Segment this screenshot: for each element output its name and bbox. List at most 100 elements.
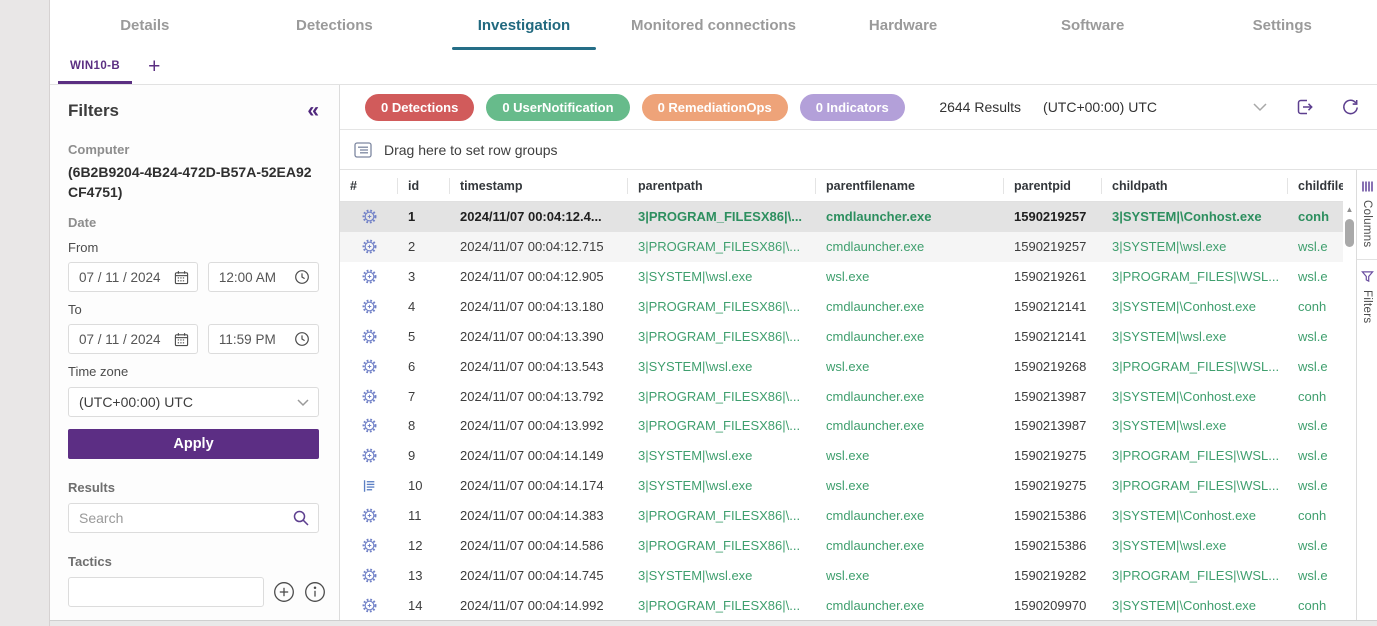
table-row[interactable]: 12024/11/07 00:04:12.4...3|PROGRAM_FILES… xyxy=(340,202,1343,232)
clock-icon[interactable] xyxy=(294,331,310,347)
chevron-down-icon[interactable] xyxy=(1252,102,1268,112)
process-event-icon xyxy=(340,298,398,315)
row-groups-icon xyxy=(354,142,372,158)
column-header-num[interactable]: # xyxy=(340,178,398,194)
vertical-scrollbar[interactable]: ▲ xyxy=(1343,170,1356,620)
process-event-icon xyxy=(340,567,398,584)
row-id: 13 xyxy=(398,568,450,583)
search-icon[interactable] xyxy=(292,509,310,527)
calendar-icon[interactable] xyxy=(174,332,189,347)
content: Filters « Computer (6B2B9204-4B24-472D-B… xyxy=(50,85,1377,620)
table-row[interactable]: 102024/11/07 00:04:14.1743|SYSTEM|\wsl.e… xyxy=(340,471,1343,501)
tab-monitored-connections[interactable]: Monitored connections xyxy=(619,0,809,50)
table-row[interactable]: 92024/11/07 00:04:14.1493|SYSTEM|\wsl.ex… xyxy=(340,441,1343,471)
grid-rows: 12024/11/07 00:04:12.4...3|PROGRAM_FILES… xyxy=(340,202,1343,620)
column-header-childfilename[interactable]: childfilename xyxy=(1288,178,1343,194)
row-parentpid: 1590219257 xyxy=(1004,239,1102,254)
table-row[interactable]: 132024/11/07 00:04:14.7453|SYSTEM|\wsl.e… xyxy=(340,560,1343,590)
row-childpath: 3|PROGRAM_FILES|\WSL... xyxy=(1102,478,1288,493)
plus-circle-icon xyxy=(273,581,295,603)
badge-0-detections[interactable]: 0 Detections xyxy=(365,94,474,121)
badge-0-remediationops[interactable]: 0 RemediationOps xyxy=(642,94,788,121)
timezone-select[interactable]: (UTC+00:00) UTC xyxy=(68,387,319,417)
to-time-field[interactable]: 11:59 PM xyxy=(208,324,319,354)
process-event-icon xyxy=(340,208,398,225)
table-row[interactable]: 112024/11/07 00:04:14.3833|PROGRAM_FILES… xyxy=(340,501,1343,531)
calendar-icon[interactable] xyxy=(174,270,189,285)
row-childfilename: wsl.e xyxy=(1288,359,1343,374)
row-id: 7 xyxy=(398,389,450,404)
table-row[interactable]: 42024/11/07 00:04:13.1803|PROGRAM_FILESX… xyxy=(340,292,1343,322)
tab-hardware[interactable]: Hardware xyxy=(808,0,998,50)
row-childfilename: wsl.e xyxy=(1288,568,1343,583)
tab-details[interactable]: Details xyxy=(50,0,240,50)
table-row[interactable]: 142024/11/07 00:04:14.9923|PROGRAM_FILES… xyxy=(340,590,1343,620)
row-childpath: 3|SYSTEM|\wsl.exe xyxy=(1102,329,1288,344)
process-event-icon xyxy=(340,328,398,345)
scroll-up-icon[interactable]: ▲ xyxy=(1346,206,1354,214)
add-tab-button[interactable]: + xyxy=(142,50,166,84)
from-date-field[interactable]: 07 / 11 / 2024 xyxy=(68,262,198,292)
collapse-panel-icon[interactable]: « xyxy=(307,100,319,121)
row-childfilename: conh xyxy=(1288,598,1343,613)
tactics-input[interactable] xyxy=(68,577,264,607)
bottom-scroll-strip[interactable] xyxy=(50,620,1377,626)
row-childfilename: wsl.e xyxy=(1288,269,1343,284)
table-row[interactable]: 82024/11/07 00:04:13.9923|PROGRAM_FILESX… xyxy=(340,411,1343,441)
row-parentpid: 1590215386 xyxy=(1004,538,1102,553)
filters-rail-tab[interactable]: Filters xyxy=(1357,259,1377,335)
add-tactic-button[interactable] xyxy=(273,581,295,603)
column-header-parentpath[interactable]: parentpath xyxy=(628,178,816,194)
table-row[interactable]: 52024/11/07 00:04:13.3903|PROGRAM_FILESX… xyxy=(340,321,1343,351)
from-date-value: 07 / 11 / 2024 xyxy=(79,270,161,285)
column-header-parentpid[interactable]: parentpid xyxy=(1004,178,1102,194)
row-timestamp: 2024/11/07 00:04:13.390 xyxy=(450,329,628,344)
row-childfilename: conh xyxy=(1288,389,1343,404)
from-time-field[interactable]: 12:00 AM xyxy=(208,262,319,292)
filters-panel: Filters « Computer (6B2B9204-4B24-472D-B… xyxy=(50,85,340,620)
table-row[interactable]: 32024/11/07 00:04:12.9053|SYSTEM|\wsl.ex… xyxy=(340,262,1343,292)
grid-header: #idtimestampparentpathparentfilenamepare… xyxy=(340,170,1343,202)
columns-rail-tab[interactable]: Columns xyxy=(1357,170,1377,259)
row-timestamp: 2024/11/07 00:04:14.383 xyxy=(450,508,628,523)
tab-investigation[interactable]: Investigation xyxy=(429,0,619,50)
column-header-id[interactable]: id xyxy=(398,178,450,194)
table-row[interactable]: 62024/11/07 00:04:13.5433|SYSTEM|\wsl.ex… xyxy=(340,351,1343,381)
row-id: 1 xyxy=(398,209,450,224)
export-icon[interactable] xyxy=(1293,96,1315,118)
tab-detections[interactable]: Detections xyxy=(240,0,430,50)
timezone-label: Time zone xyxy=(68,364,319,379)
row-group-dropzone[interactable]: Drag here to set row groups xyxy=(340,130,1377,170)
table-row[interactable]: 72024/11/07 00:04:13.7923|PROGRAM_FILESX… xyxy=(340,381,1343,411)
apply-button[interactable]: Apply xyxy=(68,429,319,459)
refresh-icon[interactable] xyxy=(1340,97,1361,118)
table-row[interactable]: 22024/11/07 00:04:12.7153|PROGRAM_FILESX… xyxy=(340,232,1343,262)
row-parentpath: 3|PROGRAM_FILESX86|\... xyxy=(628,538,816,553)
row-parentpid: 1590212141 xyxy=(1004,299,1102,314)
tactics-info-button[interactable] xyxy=(304,581,326,603)
column-header-childpath[interactable]: childpath xyxy=(1102,178,1288,194)
column-header-timestamp[interactable]: timestamp xyxy=(450,178,628,194)
timezone-display[interactable]: (UTC+00:00) UTC xyxy=(1043,99,1157,115)
search-input[interactable] xyxy=(79,510,292,526)
tab-settings[interactable]: Settings xyxy=(1187,0,1377,50)
row-timestamp: 2024/11/07 00:04:12.715 xyxy=(450,239,628,254)
scroll-thumb[interactable] xyxy=(1345,219,1354,247)
badge-0-usernotification[interactable]: 0 UserNotification xyxy=(486,94,629,121)
table-row[interactable]: 122024/11/07 00:04:14.5863|PROGRAM_FILES… xyxy=(340,530,1343,560)
clock-icon[interactable] xyxy=(294,269,310,285)
computer-label: Computer xyxy=(68,142,319,157)
to-date-field[interactable]: 07 / 11 / 2024 xyxy=(68,324,198,354)
row-childpath: 3|PROGRAM_FILES|\WSL... xyxy=(1102,568,1288,583)
badge-0-indicators[interactable]: 0 Indicators xyxy=(800,94,905,121)
row-parentpid: 1590213987 xyxy=(1004,389,1102,404)
row-parentpath: 3|PROGRAM_FILESX86|\... xyxy=(628,508,816,523)
process-event-icon xyxy=(340,417,398,434)
row-parentpath: 3|PROGRAM_FILESX86|\... xyxy=(628,329,816,344)
machine-tab-win10-b[interactable]: WIN10-B xyxy=(58,50,132,84)
column-header-parentfilename[interactable]: parentfilename xyxy=(816,178,1004,194)
row-id: 3 xyxy=(398,269,450,284)
row-parentpath: 3|PROGRAM_FILESX86|\... xyxy=(628,299,816,314)
funnel-icon xyxy=(1361,270,1374,283)
tab-software[interactable]: Software xyxy=(998,0,1188,50)
